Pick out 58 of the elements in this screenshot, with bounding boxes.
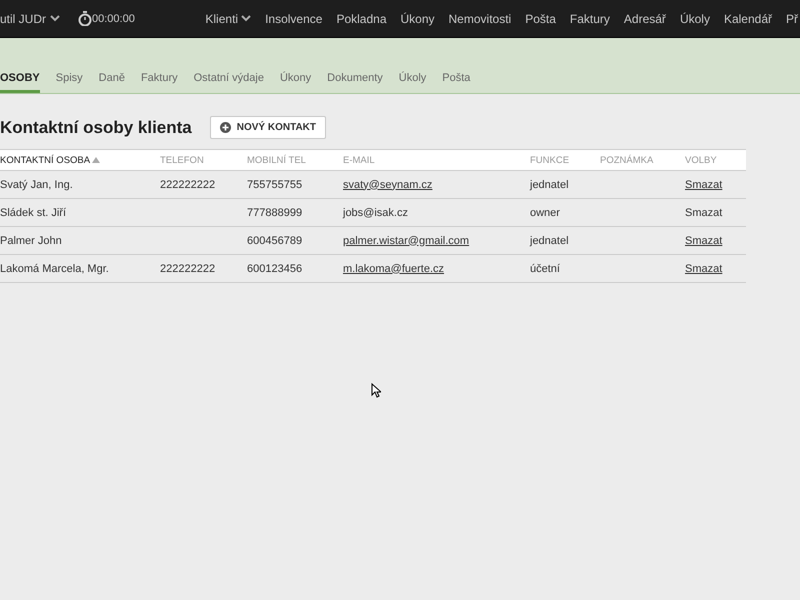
tab[interactable]: Pošta	[442, 72, 470, 93]
table-cell: Palmer John	[0, 234, 62, 246]
delete-link[interactable]: Smazat	[685, 262, 722, 274]
tab[interactable]: Úkony	[280, 72, 312, 93]
nav-link[interactable]: Nemovitosti	[448, 12, 512, 26]
table-cell: Sládek st. Jiří	[0, 206, 66, 218]
page-title: Kontaktní osoby klienta	[0, 118, 192, 138]
table-cell: Svatý Jan, Ing.	[0, 178, 73, 190]
chevron-down-icon	[241, 15, 252, 22]
sort-ascending-icon	[92, 156, 100, 162]
table-cell: jednatel	[530, 234, 569, 246]
user-menu[interactable]: util JUDr	[0, 12, 60, 26]
email-link[interactable]: m.lakoma@fuerte.cz	[343, 262, 444, 274]
table-cell: 777888999	[247, 206, 302, 218]
table-cell: 600456789	[247, 234, 302, 246]
delete-link[interactable]: Smazat	[685, 206, 722, 218]
nav-link[interactable]: Insolvence	[265, 12, 322, 26]
delete-link[interactable]: Smazat	[685, 234, 722, 246]
new-contact-button[interactable]: NOVÝ KONTAKT	[210, 116, 326, 139]
tab[interactable]: Ostatní výdaje	[194, 72, 264, 93]
column-header: VOLBY	[685, 154, 717, 166]
mouse-cursor-icon	[371, 383, 381, 398]
tab[interactable]: Daně	[98, 72, 125, 93]
tab[interactable]: Dokumenty	[327, 72, 383, 93]
delete-link[interactable]: Smazat	[685, 178, 722, 190]
chevron-down-icon	[50, 15, 60, 22]
nav-link[interactable]: Faktury	[570, 12, 610, 26]
nav-link[interactable]: Úkoly	[680, 12, 710, 26]
tab[interactable]: Úkoly	[398, 72, 426, 93]
nav-link[interactable]: Adresář	[624, 12, 666, 26]
table-cell: jednatel	[530, 178, 569, 190]
table-cell: 222222222	[160, 178, 216, 190]
nav-link[interactable]: Klienti	[205, 12, 252, 26]
email-link[interactable]: svaty@seynam.cz	[343, 178, 432, 190]
column-header: FUNKCE	[530, 154, 570, 166]
table-cell: 222222222	[160, 262, 216, 274]
plus-circle-icon	[220, 122, 231, 133]
table-cell: Lakomá Marcela, Mgr.	[0, 262, 109, 274]
nav-link[interactable]: Pokladna	[336, 12, 386, 26]
timer: 00:00:00	[92, 12, 135, 24]
tab[interactable]: Faktury	[140, 72, 178, 93]
column-header: E-MAIL	[343, 154, 375, 166]
email-link[interactable]: jobs@isak.cz	[343, 206, 408, 218]
column-header: POZNÁMKA	[600, 154, 654, 166]
nav-link[interactable]: Př	[786, 12, 798, 26]
email-link[interactable]: palmer.wistar@gmail.com	[343, 234, 470, 246]
column-header: MOBILNÍ TEL	[247, 154, 306, 166]
nav-link[interactable]: Kalendář	[724, 12, 772, 26]
tab[interactable]: Spisy	[56, 72, 83, 93]
table-cell: účetní	[530, 262, 560, 274]
tab[interactable]: OSOBY	[0, 72, 40, 93]
table-cell: owner	[530, 206, 560, 218]
column-header: TELEFON	[160, 154, 204, 166]
stopwatch-icon	[78, 11, 92, 26]
nav-link[interactable]: Pošta	[525, 12, 556, 26]
table-cell: 755755755	[247, 178, 302, 190]
nav-link[interactable]: Úkony	[400, 12, 435, 26]
table-cell: 600123456	[247, 262, 302, 274]
